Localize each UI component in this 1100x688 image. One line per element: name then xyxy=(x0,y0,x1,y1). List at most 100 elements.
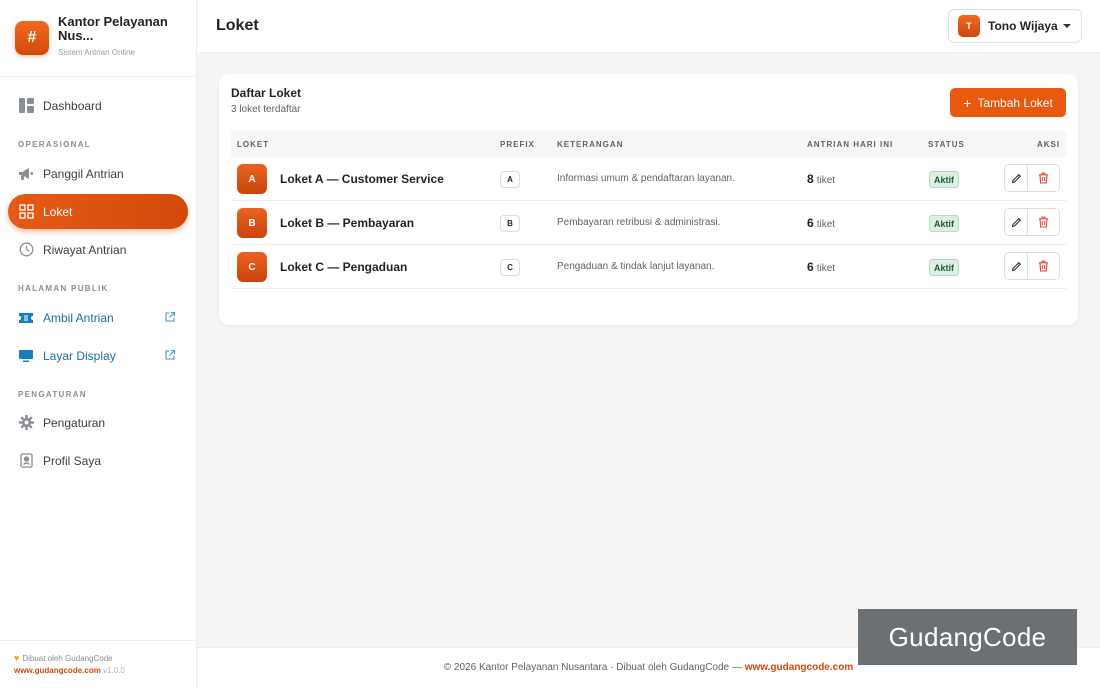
prefix-badge: C xyxy=(500,259,520,276)
sidebar-item-panggil-antrian[interactable]: Panggil Antrian xyxy=(8,156,188,191)
loket-letter-badge: A xyxy=(237,164,267,194)
megaphone-icon xyxy=(18,166,34,182)
edit-button[interactable] xyxy=(1004,208,1028,236)
pencil-icon xyxy=(1011,217,1021,227)
loket-table: LOKET PREFIX KETERANGAN ANTRIAN HARI INI… xyxy=(231,131,1066,289)
loket-card: Daftar Loket 3 loket terdaftar + Tambah … xyxy=(219,74,1078,325)
loket-name: Loket C — Pengaduan xyxy=(280,260,408,274)
delete-button[interactable] xyxy=(1028,252,1060,280)
column-header-loket: LOKET xyxy=(237,140,270,149)
ticket-count-unit: tiket xyxy=(816,263,836,274)
ticket-count-value: 6 xyxy=(807,260,814,274)
table-row: A Loket A — Customer Service A Informasi… xyxy=(231,157,1066,201)
clock-icon xyxy=(18,242,34,258)
site-line: www.gudangcode.com v1.0.0 xyxy=(14,666,182,675)
delete-button[interactable] xyxy=(1028,208,1060,236)
sidebar-footer: ♥ Dibuat oleh GudangCode www.gudangcode.… xyxy=(0,640,196,688)
delete-button[interactable] xyxy=(1028,164,1060,192)
section-label-halaman-publik: HALAMAN PUBLIK xyxy=(18,284,109,293)
sidebar-item-layar-display[interactable]: Layar Display xyxy=(8,338,188,373)
ticket-count-unit: tiket xyxy=(816,175,836,186)
sidebar-item-label: Riwayat Antrian xyxy=(43,242,127,257)
ticket-count: 6 tiket xyxy=(807,260,835,274)
loket-letter-badge: B xyxy=(237,208,267,238)
made-by: ♥ Dibuat oleh GudangCode xyxy=(14,653,182,663)
status-badge: Aktif xyxy=(929,171,959,188)
grid-icon xyxy=(18,204,34,220)
status-badge: Aktif xyxy=(929,215,959,232)
ticket-count-value: 6 xyxy=(807,216,814,230)
column-header-aksi: AKSI xyxy=(1037,140,1061,149)
site-link[interactable]: www.gudangcode.com xyxy=(14,666,101,675)
sidebar: # Kantor Pelayanan Nus... Sistem Antrian… xyxy=(0,0,197,688)
trash-icon xyxy=(1039,260,1048,272)
sidebar-item-label: Panggil Antrian xyxy=(43,166,124,181)
sidebar-item-label: Layar Display xyxy=(43,348,116,363)
status-badge: Aktif xyxy=(929,259,959,276)
prefix-badge: A xyxy=(500,171,520,188)
sidebar-item-dashboard[interactable]: Dashboard xyxy=(8,88,188,123)
ticket-icon xyxy=(18,310,34,326)
loket-name: Loket B — Pembayaran xyxy=(280,216,415,230)
page-title: Loket xyxy=(216,17,259,34)
sidebar-item-profil-saya[interactable]: Profil Saya xyxy=(8,443,188,478)
brand: # Kantor Pelayanan Nus... Sistem Antrian… xyxy=(0,0,196,77)
edit-button[interactable] xyxy=(1004,164,1028,192)
add-loket-button[interactable]: + Tambah Loket xyxy=(950,88,1066,117)
sidebar-item-pengaturan[interactable]: Pengaturan xyxy=(8,405,188,440)
section-label-pengaturan: PENGATURAN xyxy=(18,390,87,399)
table-row: B Loket B — Pembayaran B Pembayaran retr… xyxy=(231,201,1066,245)
loket-description: Pembayaran retribusi & administrasi. xyxy=(557,217,721,228)
made-by-text: Dibuat oleh GudangCode xyxy=(22,653,113,663)
sidebar-item-label: Pengaturan xyxy=(43,415,106,430)
sidebar-item-label: Loket xyxy=(43,204,73,219)
heart-icon: ♥ xyxy=(14,653,20,663)
topbar: Loket T Tono Wijaya xyxy=(197,0,1100,53)
loket-name: Loket A — Customer Service xyxy=(280,172,444,186)
footer-copyright: © 2026 Kantor Pelayanan Nusantara · Dibu… xyxy=(443,662,745,673)
watermark: GudangCode xyxy=(858,609,1077,665)
user-menu-button[interactable]: T Tono Wijaya xyxy=(948,9,1082,43)
sidebar-item-riwayat-antrian[interactable]: Riwayat Antrian xyxy=(8,232,188,267)
gear-icon xyxy=(18,415,34,431)
ticket-count-value: 8 xyxy=(807,172,814,186)
trash-icon xyxy=(1039,172,1048,184)
ticket-count: 8 tiket xyxy=(807,172,835,186)
table-header: LOKET PREFIX KETERANGAN ANTRIAN HARI INI… xyxy=(231,131,1066,157)
edit-button[interactable] xyxy=(1004,252,1028,280)
footer-link[interactable]: www.gudangcode.com xyxy=(745,662,854,673)
column-header-status: STATUS xyxy=(928,140,965,149)
sidebar-item-ambil-antrian[interactable]: Ambil Antrian xyxy=(8,300,188,335)
brand-title: Kantor Pelayanan Nus... xyxy=(58,14,168,43)
loket-description: Informasi umum & pendaftaran layanan. xyxy=(557,173,735,184)
avatar: T xyxy=(958,15,980,37)
sidebar-item-label: Ambil Antrian xyxy=(43,310,114,325)
sidebar-item-label: Profil Saya xyxy=(43,453,102,468)
section-label-operasional: OPERASIONAL xyxy=(18,140,91,149)
pencil-icon xyxy=(1011,173,1021,183)
column-header-keterangan: KETERANGAN xyxy=(557,140,624,149)
monitor-icon xyxy=(18,348,34,364)
profile-card-icon xyxy=(18,453,34,469)
external-link-icon xyxy=(164,311,176,323)
version-label: v1.0.0 xyxy=(103,666,125,675)
column-header-prefix: PREFIX xyxy=(500,140,535,149)
plus-icon: + xyxy=(963,94,972,111)
user-name: Tono Wijaya xyxy=(988,19,1058,33)
add-loket-label: Tambah Loket xyxy=(977,95,1053,110)
table-row: C Loket C — Pengaduan C Pengaduan & tind… xyxy=(231,245,1066,289)
sidebar-item-label: Dashboard xyxy=(43,98,102,113)
brand-subtitle: Sistem Antrian Online xyxy=(58,48,135,57)
card-subtitle: 3 loket terdaftar xyxy=(231,104,301,115)
ticket-count-unit: tiket xyxy=(816,219,836,230)
loket-letter-badge: C xyxy=(237,252,267,282)
ticket-count: 6 tiket xyxy=(807,216,835,230)
external-link-icon xyxy=(164,349,176,361)
brand-logo[interactable]: # xyxy=(15,21,49,55)
card-title: Daftar Loket xyxy=(231,86,302,100)
loket-description: Pengaduan & tindak lanjut layanan. xyxy=(557,261,715,272)
sidebar-item-loket[interactable]: Loket xyxy=(8,194,188,229)
prefix-badge: B xyxy=(500,215,520,232)
dashboard-icon xyxy=(18,98,34,114)
column-header-antrian: ANTRIAN HARI INI xyxy=(807,140,894,149)
